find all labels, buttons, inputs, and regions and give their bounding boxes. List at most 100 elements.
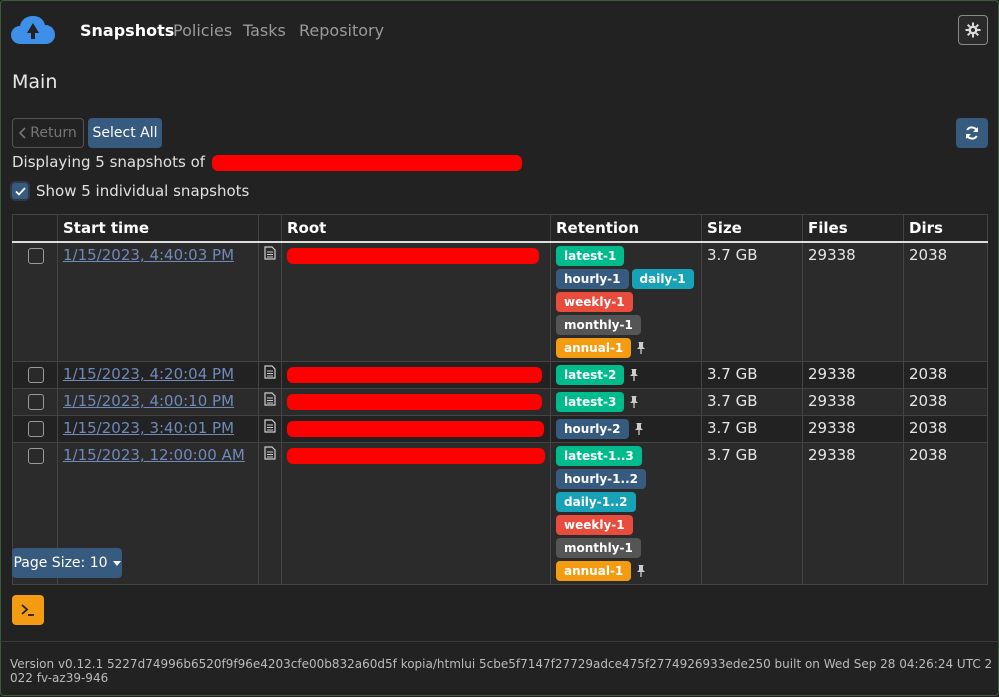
header-select [12,214,58,243]
root-cell [281,361,551,389]
snapshots-table: Start time Root Retention Size Files Dir… [12,214,988,585]
pin-icon[interactable] [634,563,648,579]
caret-down-icon [112,560,121,566]
row-select-cell [12,388,58,416]
retention-badge-weekly: weekly-1 [556,515,633,535]
table-row: 1/15/2023, 3:40:01 PM hourly-2 3.7 GB 29… [12,415,988,443]
size-cell: 3.7 GB [701,388,803,416]
row-checkbox[interactable] [28,421,44,437]
file-icon-cell [258,241,282,362]
page-title: Main [12,71,58,93]
file-icon[interactable] [264,419,276,437]
pin-icon[interactable] [627,394,641,410]
size-cell: 3.7 GB [701,361,803,389]
row-checkbox[interactable] [28,448,44,464]
files-cell: 29338 [802,241,904,362]
redacted-root-id [287,420,544,437]
header-retention[interactable]: Retention [550,214,702,243]
pin-icon[interactable] [632,421,646,437]
table-row: 1/15/2023, 4:40:03 PM latest-1 hourly-1 da… [12,241,988,362]
snapshot-time-link[interactable]: 1/15/2023, 12:00:00 AM [63,446,245,464]
retention-badge-hourly: hourly-1..2 [556,469,646,489]
retention-badge-monthly: monthly-1 [556,538,641,558]
retention-badge-latest: latest-2 [556,365,625,385]
snapshot-time-link[interactable]: 1/15/2023, 4:40:03 PM [63,246,234,264]
file-icon[interactable] [264,392,276,410]
root-cell [281,415,551,443]
pin-icon[interactable] [634,340,648,356]
nav-repository[interactable]: Repository [299,21,384,40]
page-size-dropdown[interactable]: Page Size: 10 [12,548,122,578]
redacted-root-id [287,447,545,464]
header-files[interactable]: Files [802,214,904,243]
redacted-root-id [287,366,542,383]
redacted-source-path [211,154,522,171]
row-select-cell [12,361,58,389]
cloud-logo-icon[interactable] [10,14,56,46]
nav-tasks[interactable]: Tasks [243,21,286,40]
page-size-label: Page Size: 10 [13,555,108,571]
retention-badge-daily: daily-1 [631,269,694,289]
terminal-icon [21,604,34,616]
file-icon-cell [258,361,282,389]
dirs-cell: 2038 [903,241,988,362]
retention-badges: latest-3 [556,392,696,412]
retention-cell: latest-1..3 hourly-1..2 daily-1..2 weekly-1… [550,442,702,585]
root-cell [281,241,551,362]
root-cell [281,442,551,585]
file-icon-cell [258,442,282,585]
settings-button[interactable] [958,15,988,45]
dirs-cell: 2038 [903,361,988,389]
table-row: 1/15/2023, 4:00:10 PM latest-3 3.7 GB 29… [12,388,988,416]
row-checkbox[interactable] [28,367,44,383]
size-cell: 3.7 GB [701,241,803,362]
show-individual-checkbox[interactable] [12,183,28,199]
table-header-row: Start time Root Retention Size Files Dir… [12,214,988,243]
file-icon[interactable] [264,246,276,264]
files-cell: 29338 [802,361,904,389]
header-root[interactable]: Root [281,214,551,243]
refresh-button[interactable] [956,118,988,148]
retention-badges: latest-1 hourly-1 daily-1 weekly-1 monthly-1… [556,246,696,358]
snapshot-time-link[interactable]: 1/15/2023, 4:20:04 PM [63,365,234,383]
terminal-button[interactable] [12,595,44,625]
header-dirs[interactable]: Dirs [903,214,988,243]
snapshot-time-link[interactable]: 1/15/2023, 3:40:01 PM [63,419,234,437]
redacted-root-id [287,393,542,410]
table-row: 1/15/2023, 12:00:00 AM latest-1..3 hourly… [12,442,988,585]
start-time-cell: 1/15/2023, 4:20:04 PM [57,361,259,389]
start-time-cell: 1/15/2023, 3:40:01 PM [57,415,259,443]
retention-badge-annual: annual-1 [556,338,632,358]
start-time-cell: 1/15/2023, 4:00:10 PM [57,388,259,416]
redacted-root-id [287,247,539,264]
start-time-cell: 1/15/2023, 4:40:03 PM [57,241,259,362]
displaying-summary: Displaying 5 snapshots of [12,153,522,171]
file-icon[interactable] [264,446,276,464]
row-select-cell [12,415,58,443]
file-icon[interactable] [264,365,276,383]
table-row: 1/15/2023, 4:20:04 PM latest-2 3.7 GB 29… [12,361,988,389]
nav-snapshots[interactable]: Snapshots [80,21,174,40]
retention-badge-hourly: hourly-1 [556,269,629,289]
header-size[interactable]: Size [701,214,803,243]
size-cell: 3.7 GB [701,415,803,443]
return-button[interactable]: Return [12,118,84,148]
select-all-button[interactable]: Select All [88,118,162,148]
size-cell: 3.7 GB [701,442,803,585]
gear-icon [965,22,981,38]
displaying-text: Displaying 5 snapshots of [12,153,206,171]
retention-badge-weekly: weekly-1 [556,292,633,312]
nav-policies[interactable]: Policies [173,21,232,40]
header-start-time[interactable]: Start time [57,214,259,243]
pin-icon[interactable] [627,367,641,383]
chevron-left-icon [19,127,26,139]
dirs-cell: 2038 [903,388,988,416]
row-checkbox[interactable] [28,394,44,410]
row-checkbox[interactable] [28,248,44,264]
footer: Version v0.12.1 5227d74996b6520f9f96e420… [0,641,999,697]
return-label: Return [30,125,77,141]
show-individual-toggle[interactable]: Show 5 individual snapshots [12,182,249,200]
retention-badges: latest-1..3 hourly-1..2 daily-1..2 weekly-1… [556,446,696,581]
header-icon [258,214,282,243]
snapshot-time-link[interactable]: 1/15/2023, 4:00:10 PM [63,392,234,410]
